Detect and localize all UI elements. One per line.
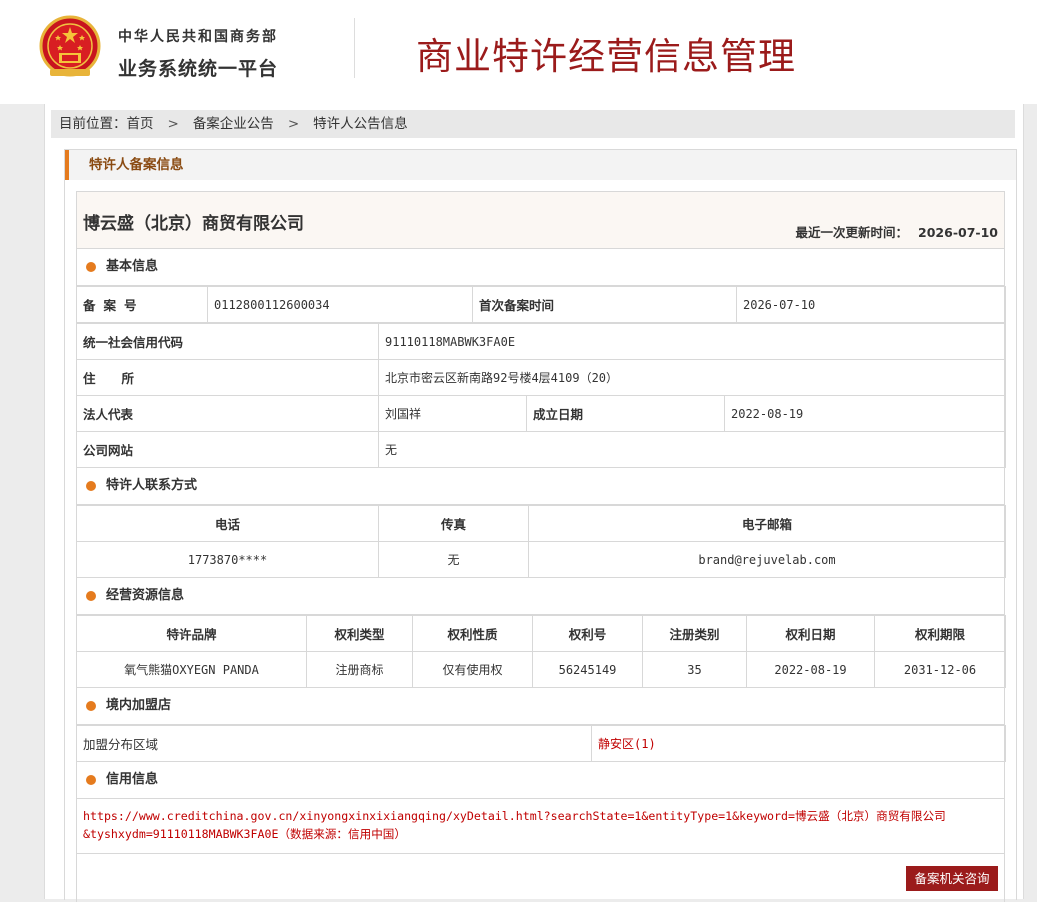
address-value: 北京市密云区新南路92号楼4层4109（20） (377, 359, 1007, 396)
table-row: 统一社会信用代码 91110118MABWK3FA0E (76, 323, 1007, 360)
phone-value: 1773870**** (76, 541, 379, 578)
credit-link[interactable]: https://www.creditchina.gov.cn/xinyongxi… (77, 799, 1004, 854)
right-no-cell: 56245149 (532, 651, 643, 688)
last-update-label: 最近一次更新时间： (795, 225, 909, 240)
table-row: 住所 北京市密云区新南路92号楼4层4109（20） (76, 359, 1007, 396)
breadcrumb-separator: > (167, 116, 179, 132)
section-title: 信用信息 (106, 772, 159, 787)
table-row: 加盟分布区域 静安区(1) (76, 725, 1006, 762)
right-type-header: 权利类型 (306, 615, 413, 652)
last-update: 最近一次更新时间： 2026-07-10 (786, 222, 998, 241)
site-header: 中华人民共和国商务部 业务系统统一平台 商业特许经营信息管理 (0, 0, 1037, 104)
table-row: 公司网站 无 (76, 431, 1007, 468)
brand-cell: 氧气熊猫OXYEGN PANDA (76, 651, 307, 688)
breadcrumb-separator: > (287, 116, 300, 132)
section-franchise: 境内加盟店 (77, 688, 1004, 725)
franchise-area-label: 加盟分布区域 (76, 725, 592, 762)
address-label: 住所 (76, 359, 379, 396)
section-title: 境内加盟店 (106, 698, 172, 713)
first-record-value: 2026-07-10 (736, 286, 1006, 323)
company-name: 博云盛（北京）商贸有限公司 (83, 214, 304, 234)
legal-rep-value: 刘国祥 (378, 395, 527, 432)
consult-button[interactable]: 备案机关咨询 (906, 866, 998, 891)
franchise-area-link[interactable]: 静安区(1) (591, 725, 1006, 762)
table-header-row: 特许品牌 权利类型 权利性质 权利号 注册类别 权利日期 权利期限 (76, 615, 1006, 652)
page-title: 商业特许经营信息管理 (416, 35, 796, 78)
bullet-dot-icon (86, 481, 96, 491)
section-credit: 信用信息 (77, 762, 1004, 799)
fax-header: 传真 (378, 505, 529, 542)
right-term-header: 权利期限 (874, 615, 1006, 652)
section-resources: 经营资源信息 (77, 578, 1004, 615)
reg-class-header: 注册类别 (642, 615, 747, 652)
bullet-dot-icon (86, 701, 96, 711)
resources-table: 特许品牌 权利类型 权利性质 权利号 注册类别 权利日期 权利期限 氧气熊猫OX… (76, 615, 1006, 688)
last-update-value: 2026-07-10 (918, 225, 998, 240)
website-label: 公司网站 (76, 431, 379, 468)
table-row: 1773870**** 无 brand@rejuvelab.com (76, 541, 1006, 578)
section-contact: 特许人联系方式 (77, 468, 1004, 505)
right-type-cell: 注册商标 (306, 651, 413, 688)
right-term-cell: 2031-12-06 (874, 651, 1006, 688)
founded-label: 成立日期 (526, 395, 725, 432)
right-nature-header: 权利性质 (412, 615, 533, 652)
bullet-dot-icon (86, 262, 96, 272)
record-no-label: 备案号 (76, 286, 208, 323)
record-no-value: 0112800112600034 (207, 286, 473, 323)
right-nature-cell: 仅有使用权 (412, 651, 533, 688)
org-name: 中华人民共和国商务部 业务系统统一平台 (118, 26, 278, 81)
website-value: 无 (377, 431, 1007, 468)
table-row: 氧气熊猫OXYEGN PANDA 注册商标 仅有使用权 56245149 35 … (76, 651, 1006, 688)
legal-rep-label: 法人代表 (76, 395, 379, 432)
section-basic-info: 基本信息 (77, 249, 1004, 286)
section-title: 基本信息 (106, 259, 159, 274)
right-date-cell: 2022-08-19 (746, 651, 875, 688)
fax-value: 无 (378, 541, 529, 578)
header-divider (354, 18, 355, 78)
breadcrumb-announcement-link[interactable]: 备案企业公告 (193, 116, 274, 132)
national-emblem-icon (39, 15, 101, 77)
email-value: brand@rejuvelab.com (528, 541, 1006, 578)
reg-class-cell: 35 (642, 651, 747, 688)
breadcrumb-home-link[interactable]: 首页 (127, 116, 154, 132)
table-header-row: 电话 传真 电子邮箱 (76, 505, 1006, 542)
basic-info-table-2: 统一社会信用代码 91110118MABWK3FA0E 住所 北京市密云区新南路… (76, 323, 1007, 468)
breadcrumb-current: 特许人公告信息 (313, 116, 408, 132)
org-line2: 业务系统统一平台 (118, 58, 279, 80)
credit-link-line2: &tyshxydm=91110118MABWK3FA0E（数据来源：信用中国） (83, 827, 406, 841)
bullet-dot-icon (86, 591, 96, 601)
brand-header: 特许品牌 (76, 615, 307, 652)
email-header: 电子邮箱 (528, 505, 1006, 542)
panel-title: 特许人备案信息 (65, 150, 1016, 180)
credit-code-value: 91110118MABWK3FA0E (377, 323, 1007, 360)
credit-code-label: 统一社会信用代码 (76, 323, 379, 360)
breadcrumb-prefix: 目前位置： (59, 116, 127, 132)
section-title: 特许人联系方式 (106, 478, 198, 493)
franchise-table: 加盟分布区域 静安区(1) (76, 725, 1006, 762)
founded-value: 2022-08-19 (723, 395, 1007, 432)
basic-info-table-1: 备案号 0112800112600034 首次备案时间 2026-07-10 (76, 286, 1006, 323)
table-row: 备案号 0112800112600034 首次备案时间 2026-07-10 (76, 286, 1006, 323)
org-line1: 中华人民共和国商务部 (118, 29, 278, 45)
franchisor-panel: 特许人备案信息 博云盛（北京）商贸有限公司 最近一次更新时间： 2026-07-1… (64, 149, 1017, 902)
company-card: 博云盛（北京）商贸有限公司 最近一次更新时间： 2026-07-10 基本信息 备… (76, 191, 1007, 902)
right-no-header: 权利号 (532, 615, 643, 652)
right-date-header: 权利日期 (746, 615, 875, 652)
phone-header: 电话 (76, 505, 379, 542)
contact-table: 电话 传真 电子邮箱 1773870**** 无 brand@rejuvelab… (76, 505, 1006, 578)
breadcrumb: 目前位置：首页 > 备案企业公告 > 特许人公告信息 (51, 110, 1015, 138)
credit-link-line1: https://www.creditchina.gov.cn/xinyongxi… (83, 809, 946, 823)
first-record-label: 首次备案时间 (472, 286, 737, 323)
main-content: 目前位置：首页 > 备案企业公告 > 特许人公告信息 特许人备案信息 博云盛（北京）商贸… (44, 104, 1024, 902)
company-header: 博云盛（北京）商贸有限公司 最近一次更新时间： 2026-07-10 (77, 192, 1004, 249)
section-title: 经营资源信息 (106, 588, 185, 603)
bullet-dot-icon (86, 775, 96, 785)
table-row: 法人代表 刘国祥 成立日期 2022-08-19 (76, 395, 1007, 432)
